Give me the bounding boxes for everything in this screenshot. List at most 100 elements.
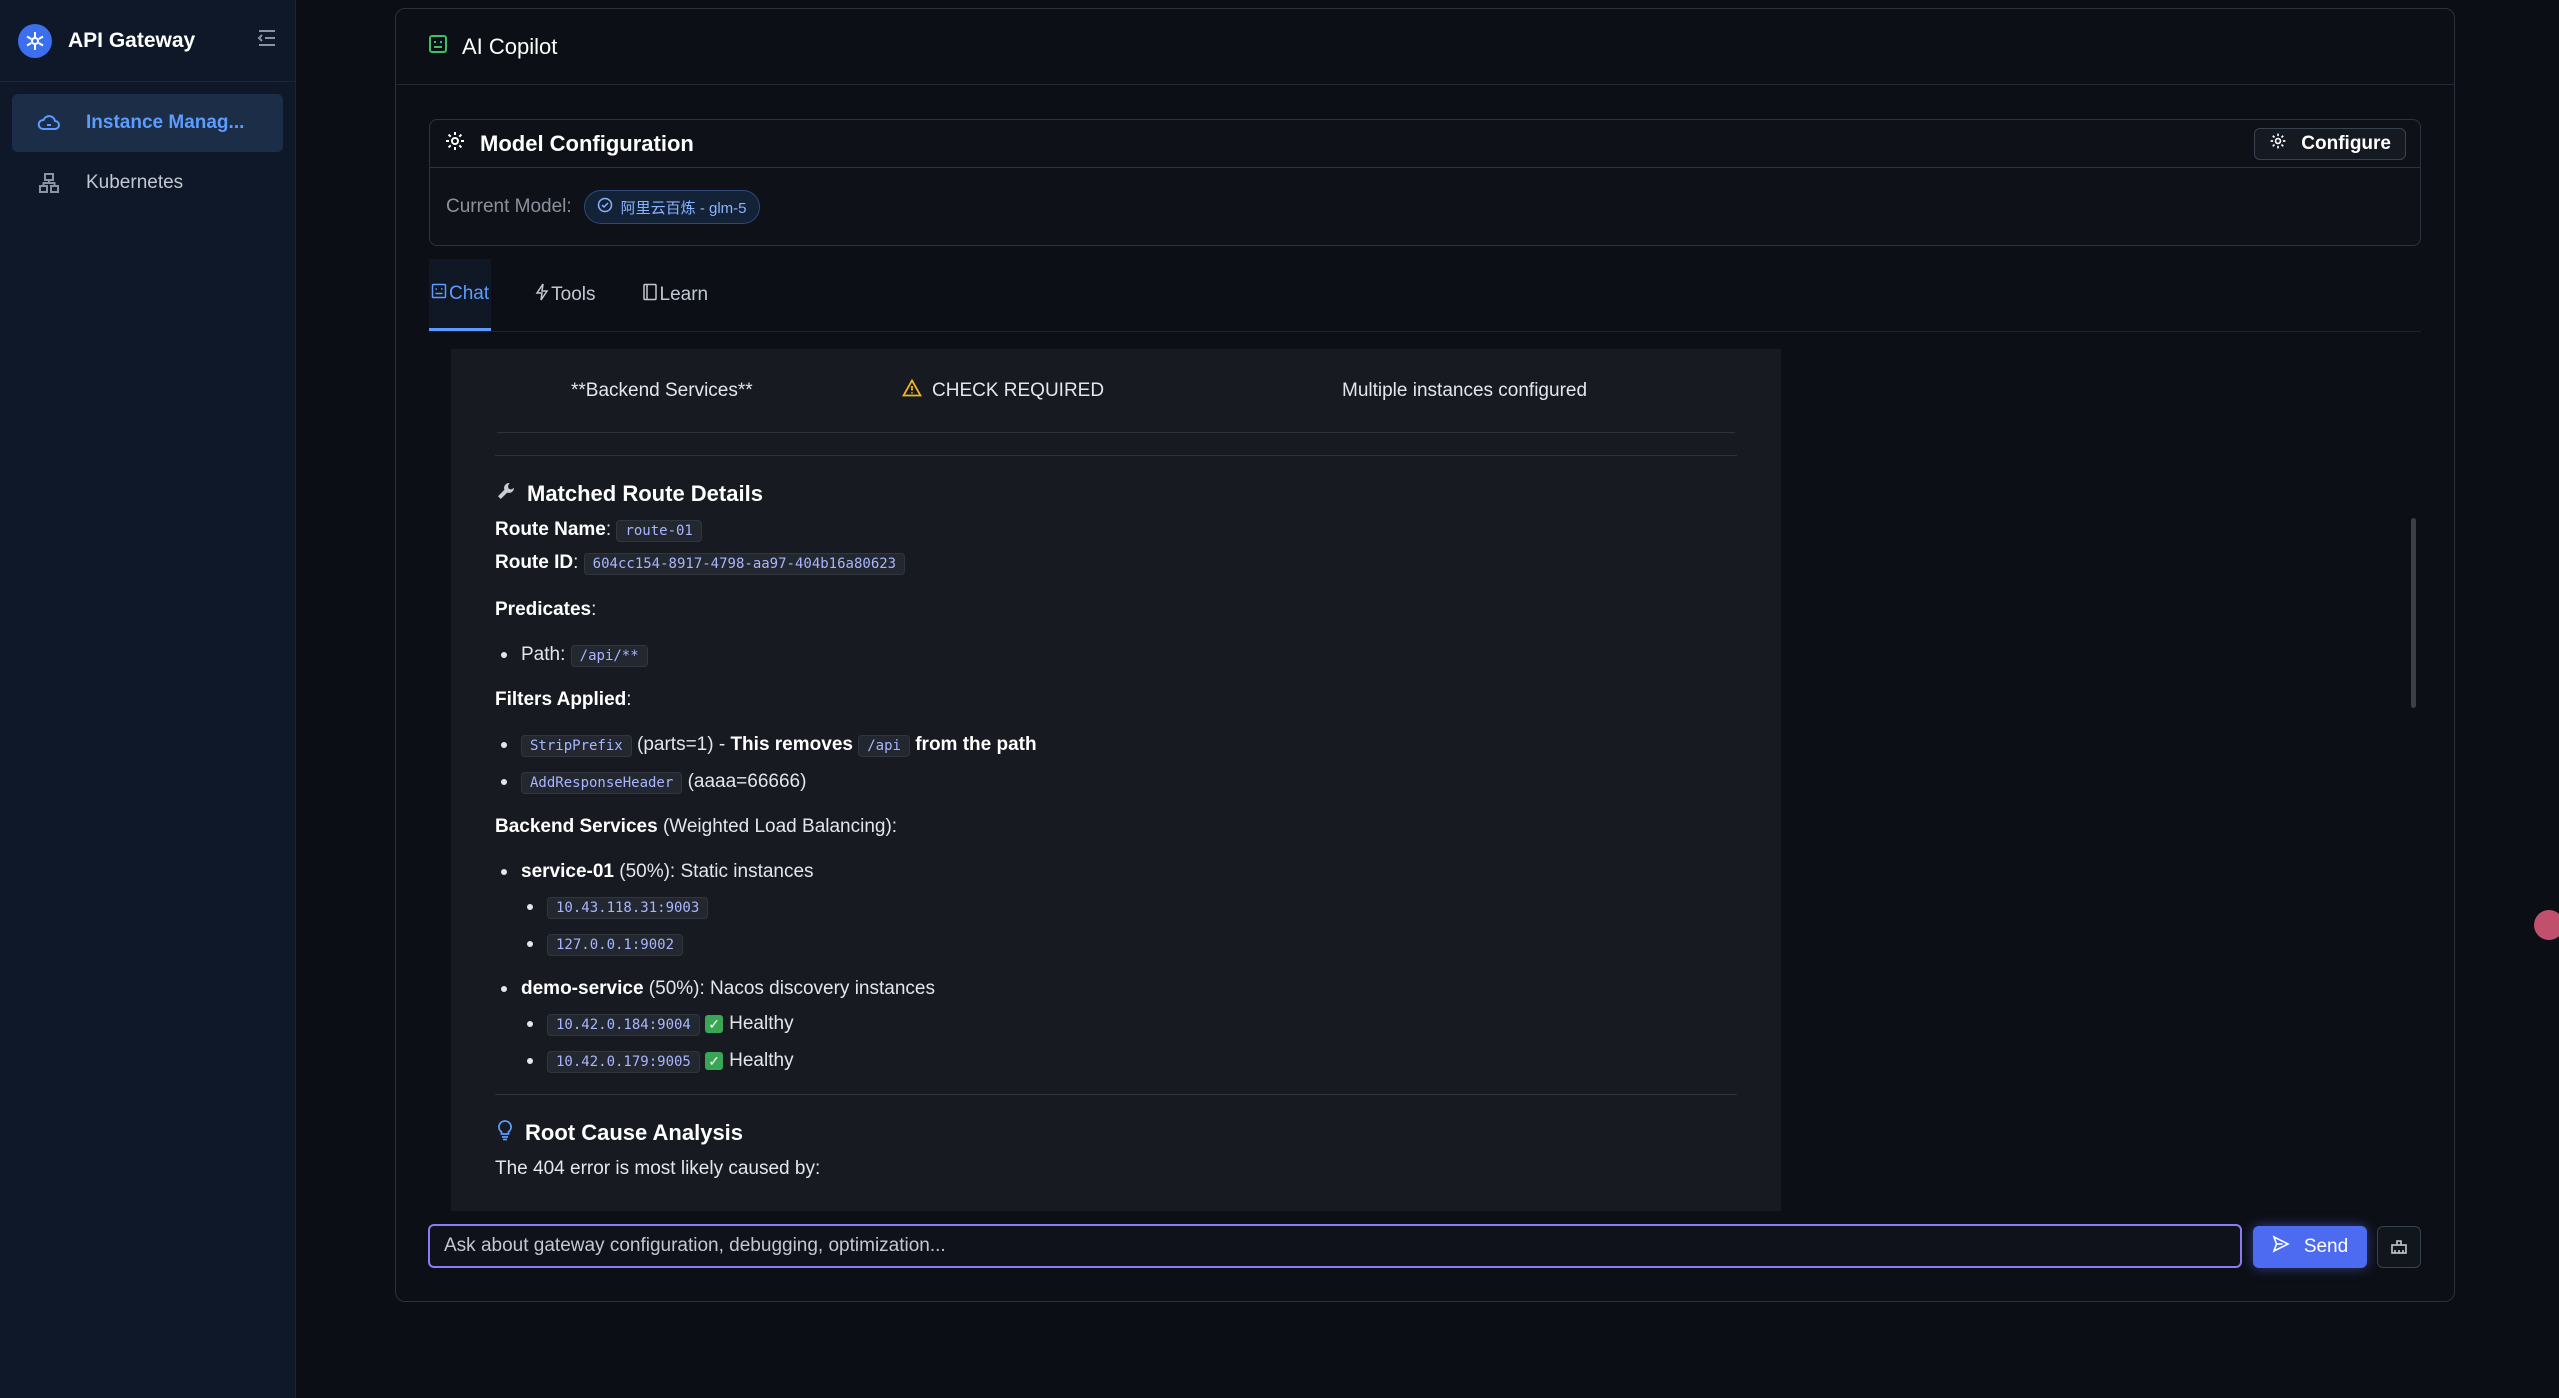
broom-icon — [2390, 1237, 2408, 1258]
instance-address: 10.42.0.184:9004 — [547, 1014, 700, 1036]
instance-address: 10.42.0.179:9005 — [547, 1051, 700, 1073]
filter-note: This removes — [730, 734, 853, 755]
backend-line: Backend Services (Weighted Load Balancin… — [495, 811, 1737, 842]
app-title: API Gateway — [68, 28, 196, 52]
route-id-value: 604cc154-8917-4798-aa97-404b16a80623 — [583, 553, 906, 575]
tab-label: Learn — [659, 284, 709, 305]
current-model-value: 阿里云百炼 - glm-5 — [620, 199, 747, 217]
ai-copilot-panel: AI Copilot Model Configuration Configure… — [395, 8, 2455, 1302]
tab-learn[interactable]: Learn — [640, 259, 711, 331]
tab-label: Tools — [551, 284, 596, 305]
list-item: StripPrefix (parts=1) - This removes /ap… — [495, 727, 1737, 764]
gateway-logo-icon — [18, 23, 52, 58]
check-circle-icon — [597, 197, 613, 217]
wrench-icon — [495, 480, 517, 508]
predicate-path-value: /api/** — [570, 645, 648, 667]
instance-list: 10.42.0.184:9004 ✓ Healthy 10.42.0.179:90… — [521, 1006, 1737, 1080]
check-mark-icon: ✓ — [705, 1014, 724, 1033]
tab-label: Chat — [449, 282, 490, 304]
root-cause-heading-text: Root Cause Analysis — [525, 1120, 744, 1145]
healthy-label: Healthy — [729, 1050, 794, 1071]
cluster-icon — [36, 170, 62, 196]
vertical-scrollbar[interactable] — [2411, 518, 2416, 708]
backend-list: service-01 (50%): Static instances 10.43… — [495, 854, 1737, 1080]
table-cell-note: Multiple instances configured — [1342, 379, 1588, 401]
assistant-message: **Backend Services** CHECK REQUIRED Mult… — [451, 349, 1781, 1184]
filter-args: (parts=1) - — [637, 734, 731, 755]
tab-chat[interactable]: Chat — [429, 259, 492, 331]
route-name-line: Route Name: route-01 — [495, 514, 1737, 547]
table-cell-component: **Backend Services** — [571, 379, 753, 401]
current-model-tag: 阿里云百炼 - glm-5 — [583, 190, 760, 224]
list-item: service-01 (50%): Static instances 10.43… — [495, 854, 1737, 963]
lightning-icon — [535, 283, 549, 307]
menu-collapse-icon[interactable] — [257, 29, 277, 53]
send-label: Send — [2303, 1236, 2349, 1257]
instance-address: 10.43.118.31:9003 — [547, 897, 709, 919]
gear-icon — [2269, 132, 2287, 156]
table-row: **Backend Services** CHECK REQUIRED Mult… — [497, 349, 1735, 433]
matched-route-heading-text: Matched Route Details — [527, 481, 763, 506]
list-item: 127.0.0.1:9002 — [521, 926, 1737, 963]
chat-message-area[interactable]: **Backend Services** CHECK REQUIRED Mult… — [451, 349, 1781, 1211]
backend-suffix: (Weighted Load Balancing): — [662, 816, 898, 837]
filter-args: (aaaa=66666) — [687, 771, 807, 792]
divider — [495, 1094, 1737, 1095]
route-id-label: Route ID — [495, 552, 574, 573]
filters-line: Filters Applied: — [495, 689, 632, 710]
panel-title: AI Copilot — [462, 33, 558, 59]
filters-label: Filters Applied — [495, 689, 627, 710]
predicates-label: Predicates — [495, 599, 592, 620]
filter-note: from the path — [915, 734, 1037, 755]
floating-assistant-icon[interactable] — [2534, 910, 2559, 940]
sidebar-item-label: Instance Manag... — [86, 112, 245, 133]
service-desc: (50%): Nacos discovery instances — [648, 978, 935, 999]
send-button[interactable]: Send — [2253, 1226, 2367, 1268]
tab-tools[interactable]: Tools — [533, 259, 597, 331]
list-item: demo-service (50%): Nacos discovery inst… — [495, 971, 1737, 1080]
status-text: CHECK REQUIRED — [932, 379, 1105, 401]
sidebar-item-kubernetes[interactable]: Kubernetes — [12, 154, 283, 212]
tabs-divider — [429, 331, 2421, 332]
sidebar: API Gateway Instance Manag... Kubernetes — [0, 0, 296, 1398]
sidebar-item-instance-management[interactable]: Instance Manag... — [12, 94, 283, 152]
service-name: demo-service — [521, 978, 644, 999]
filter-add-response-header: AddResponseHeader — [521, 772, 683, 794]
configure-button[interactable]: Configure — [2254, 127, 2406, 160]
root-cause-text: The 404 error is most likely caused by: — [495, 1158, 821, 1179]
instance-address: 127.0.0.1:9002 — [547, 934, 684, 956]
list-item: 10.42.0.184:9004 ✓ Healthy — [521, 1006, 1737, 1043]
panel-header: AI Copilot — [396, 9, 2454, 85]
chat-input[interactable] — [428, 1224, 2242, 1268]
matched-route-heading: Matched Route Details — [495, 480, 1737, 508]
lightbulb-icon — [495, 1119, 515, 1147]
sidebar-item-label: Kubernetes — [86, 172, 184, 193]
copilot-tabs: Chat Tools Learn — [429, 259, 752, 331]
list-item: 10.43.118.31:9003 — [521, 889, 1737, 926]
root-cause-heading: Root Cause Analysis — [495, 1119, 1737, 1147]
chat-icon — [431, 283, 447, 305]
list-item: AddResponseHeader (aaaa=66666) — [495, 764, 1737, 801]
check-mark-icon: ✓ — [705, 1051, 724, 1070]
route-name-label: Route Name — [495, 519, 606, 540]
healthy-label: Healthy — [729, 1013, 794, 1034]
clear-chat-button[interactable] — [2377, 1226, 2421, 1268]
list-item: 10.42.0.179:9005 ✓ Healthy — [521, 1043, 1737, 1080]
send-icon — [2272, 1235, 2290, 1259]
backend-label: Backend Services — [495, 816, 658, 837]
route-id-line: Route ID: 604cc154-8917-4798-aa97-404b16… — [495, 547, 1737, 580]
predicates-list: Path: /api/** — [495, 637, 1737, 674]
divider — [495, 455, 1737, 456]
gear-icon — [444, 130, 466, 158]
route-name-value: route-01 — [616, 520, 702, 542]
model-card-header: Model Configuration Configure — [430, 120, 2420, 168]
configure-label: Configure — [2301, 132, 2391, 154]
model-configuration-card: Model Configuration Configure Current Mo… — [429, 119, 2421, 246]
filters-list: StripPrefix (parts=1) - This removes /ap… — [495, 727, 1737, 801]
book-icon — [642, 283, 658, 307]
filter-strip-prefix: StripPrefix — [521, 735, 632, 757]
table-cell-status: CHECK REQUIRED — [901, 378, 1322, 403]
model-card-title: Model Configuration — [480, 130, 694, 156]
predicates-line: Predicates: — [495, 599, 597, 620]
list-item: Path: /api/** — [495, 637, 1737, 674]
